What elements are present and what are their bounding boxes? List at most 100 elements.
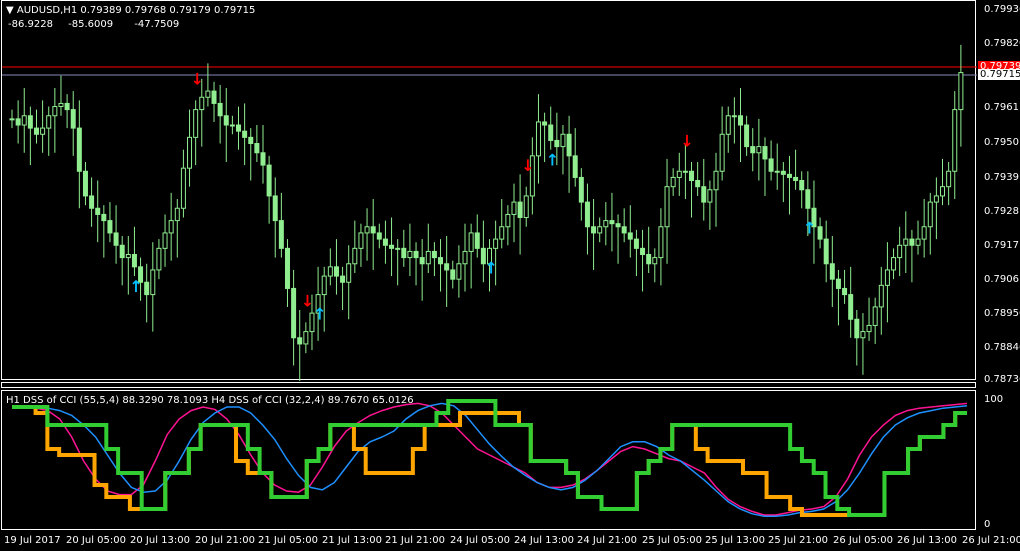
- candle-body: [517, 201, 523, 219]
- candle-body: [946, 170, 952, 188]
- candle-body: [187, 136, 193, 169]
- candle-body: [89, 195, 95, 209]
- candle-body: [382, 238, 388, 246]
- buy-arrow-icon: ↑: [485, 258, 498, 277]
- candle-body: [633, 238, 639, 249]
- candle-body: [95, 207, 101, 215]
- time-tick-label: 25 Jul 05:00: [642, 535, 702, 546]
- candle-body: [346, 263, 352, 283]
- price-tick-label: 0.79826: [984, 38, 1020, 49]
- candle-body: [927, 201, 933, 228]
- value-3: -47.7509: [134, 19, 180, 30]
- buy-arrow-icon: ↑: [129, 277, 142, 296]
- candle-body: [340, 275, 346, 283]
- candle-body: [260, 152, 266, 166]
- candle-body: [566, 133, 572, 157]
- candle-body: [560, 133, 566, 148]
- candle-body: [278, 220, 284, 249]
- candle-body: [848, 294, 854, 320]
- candle-body: [58, 102, 64, 108]
- candle-body: [303, 331, 309, 345]
- candle-body: [744, 124, 750, 148]
- candle-body: [891, 257, 897, 271]
- candle-body: [438, 257, 444, 265]
- symbol-header: ▼ AUDUSD,H1 0.79389 0.79768 0.79179 0.79…: [6, 5, 255, 16]
- candle-body: [817, 226, 823, 240]
- candle-body: [842, 287, 848, 296]
- candle-body: [707, 189, 713, 203]
- candle-body: [897, 244, 903, 259]
- candle-body: [113, 232, 119, 246]
- candle-body: [33, 127, 39, 135]
- candle-body: [609, 220, 615, 225]
- panel-separator[interactable]: [1, 382, 976, 388]
- candle-body: [774, 170, 780, 173]
- candle-body: [217, 102, 223, 117]
- time-tick-label: 20 Jul 05:00: [66, 535, 126, 546]
- price-tick-label: 0.79391: [984, 172, 1020, 183]
- candle-body: [431, 250, 437, 259]
- candle-body: [474, 232, 480, 249]
- candle-body: [731, 115, 737, 118]
- candle-body: [952, 109, 958, 172]
- candle-body: [425, 250, 431, 265]
- candle-body: [180, 167, 186, 209]
- time-tick-label: 24 Jul 13:00: [514, 535, 574, 546]
- indicator-panel[interactable]: H1 DSS of CCI (55,5,4) 88.3290 78.1093 H…: [1, 390, 976, 530]
- candle-body: [70, 109, 76, 129]
- candle-body: [211, 90, 217, 104]
- price-tick-label: 0.79171: [984, 240, 1020, 251]
- dss-indicator-chart: [12, 399, 968, 517]
- candle-body: [21, 115, 27, 126]
- price-tick-label: 0.78956: [984, 308, 1020, 319]
- candle-body: [254, 143, 260, 154]
- candle-body: [548, 124, 554, 141]
- time-tick-label: 26 Jul 21:00: [962, 535, 1020, 546]
- candle-body: [640, 247, 646, 256]
- candle-body: [652, 257, 658, 265]
- candle-body: [52, 106, 58, 117]
- candle-body: [107, 220, 113, 234]
- candle-body: [358, 232, 364, 249]
- candle-body: [266, 164, 272, 197]
- time-tick-label: 21 Jul 21:00: [385, 535, 445, 546]
- price-tick-label: 0.78846: [984, 342, 1020, 353]
- chevron-down-icon[interactable]: ▼: [6, 5, 14, 16]
- candle-body: [413, 250, 419, 259]
- value-2: -85.6009: [68, 19, 114, 30]
- candle-body: [352, 247, 358, 265]
- candle-body: [793, 176, 799, 182]
- candle-body: [737, 115, 743, 126]
- price-chart: ↑↑↑↑↑↑↓↓↓↓↓: [2, 44, 977, 381]
- candle-body: [223, 115, 229, 126]
- candle-body: [756, 146, 762, 154]
- time-tick-label: 24 Jul 05:00: [450, 535, 510, 546]
- candle-body: [799, 180, 805, 191]
- candle-body: [297, 337, 303, 345]
- indicator-max-label: 100: [984, 394, 1004, 405]
- candle-body: [584, 201, 590, 228]
- candle-body: [780, 170, 786, 175]
- candle-body: [444, 263, 450, 271]
- candle-body: [156, 247, 162, 271]
- dss-h4-main-line: [12, 399, 967, 517]
- candle-body: [823, 238, 829, 265]
- candle-body: [505, 213, 511, 228]
- candle-body: [958, 72, 964, 111]
- candle-body: [511, 201, 517, 215]
- candle-body: [46, 115, 52, 129]
- candle-body: [499, 226, 505, 240]
- candle-body: [878, 284, 884, 308]
- candle-body: [419, 257, 425, 265]
- price-chart-panel[interactable]: ↑↑↑↑↑↑↓↓↓↓↓ ▼ AUDUSD,H1 0.79389 0.79768 …: [1, 0, 977, 381]
- candle-body: [884, 269, 890, 286]
- candle-body: [658, 226, 664, 259]
- current-price-tag: 0.79715: [978, 69, 1020, 80]
- candle-body: [284, 247, 290, 289]
- candle-body: [125, 254, 131, 259]
- candle-body: [456, 263, 462, 280]
- price-tick-label: 0.79936: [984, 4, 1020, 15]
- candle-body: [9, 118, 15, 121]
- candle-body: [321, 275, 327, 296]
- buy-arrow-icon: ↑: [313, 305, 326, 324]
